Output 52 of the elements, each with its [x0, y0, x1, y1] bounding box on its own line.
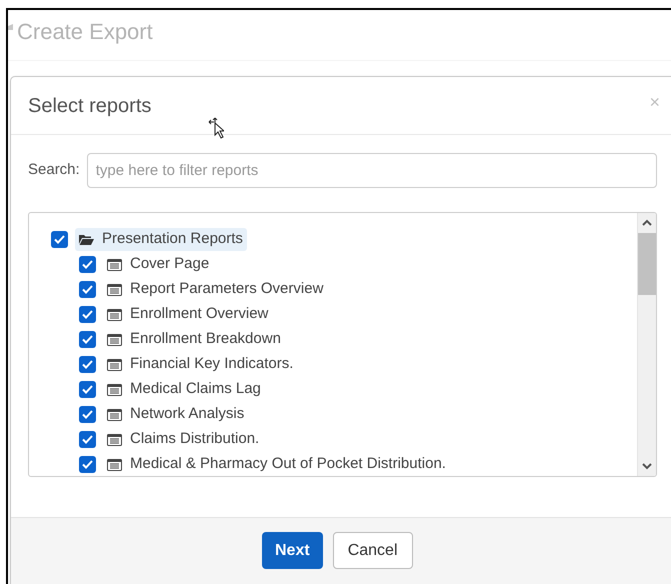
next-button[interactable]: Next — [262, 532, 323, 569]
tree-item[interactable]: Claims Distribution. — [103, 428, 264, 451]
folder-icon — [79, 233, 94, 246]
tree-item-label: Medical & Pharmacy Out of Pocket Distribution. — [130, 454, 446, 474]
tree-item-label: Report Parameters Overview — [130, 279, 324, 300]
checkbox[interactable] — [79, 281, 96, 298]
checkbox[interactable] — [79, 306, 96, 323]
cancel-button[interactable]: Cancel — [332, 532, 412, 569]
checkbox[interactable] — [79, 381, 96, 398]
checkbox[interactable] — [79, 406, 96, 423]
list-icon — [107, 284, 122, 296]
tree-item[interactable]: Enrollment Overview — [103, 303, 272, 326]
checkbox[interactable] — [79, 356, 96, 373]
tree-item[interactable]: Cover Page — [103, 253, 214, 276]
checkbox[interactable] — [51, 231, 68, 248]
list-icon — [107, 408, 122, 420]
checkbox[interactable] — [79, 456, 96, 473]
list-icon — [107, 358, 122, 370]
search-label: Search: — [28, 160, 80, 180]
scroll-up-icon[interactable] — [642, 219, 652, 226]
tree-item[interactable]: Financial Key Indicators. — [103, 353, 298, 376]
scrollbar[interactable] — [637, 213, 656, 476]
tree-item[interactable]: Enrollment Breakdown — [103, 328, 285, 351]
list-icon — [107, 308, 122, 320]
tree-item[interactable]: Report Parameters Overview — [103, 278, 328, 301]
search-field[interactable]: type here to filter reports — [86, 153, 657, 188]
list-icon — [107, 334, 122, 346]
scrollbar-thumb[interactable] — [638, 233, 656, 295]
checkbox[interactable] — [79, 331, 96, 348]
tree-item-label: Medical Claims Lag — [130, 379, 261, 400]
tree-item[interactable]: Medical Claims Lag — [103, 378, 265, 401]
scroll-down-icon[interactable] — [642, 463, 652, 470]
tree-item-label: Presentation Reports — [102, 229, 243, 250]
move-cursor-icon — [208, 117, 224, 139]
page-title: Create Export — [17, 18, 153, 46]
tree-item-label: Cover Page — [130, 254, 210, 274]
list-icon — [107, 384, 122, 396]
export-icon — [8, 24, 13, 30]
list-icon — [107, 458, 122, 470]
tree-item-label: Network Analysis — [130, 404, 244, 424]
tree-item[interactable]: Network Analysis — [103, 403, 248, 426]
dialog-title: Select reports — [28, 94, 152, 118]
tree-item-label: Claims Distribution. — [130, 429, 260, 450]
tree-item-label: Enrollment Overview — [130, 304, 268, 324]
tree-item[interactable]: Medical & Pharmacy Out of Pocket Distribution. — [103, 453, 450, 476]
tree-item-label: Financial Key Indicators. — [130, 354, 294, 374]
checkbox[interactable] — [79, 256, 96, 273]
list-icon — [107, 258, 122, 270]
list-icon — [107, 434, 122, 446]
tree-item[interactable]: Presentation Reports — [75, 228, 247, 251]
checkbox[interactable] — [79, 431, 96, 448]
tree-item-label: Enrollment Breakdown — [130, 329, 281, 350]
